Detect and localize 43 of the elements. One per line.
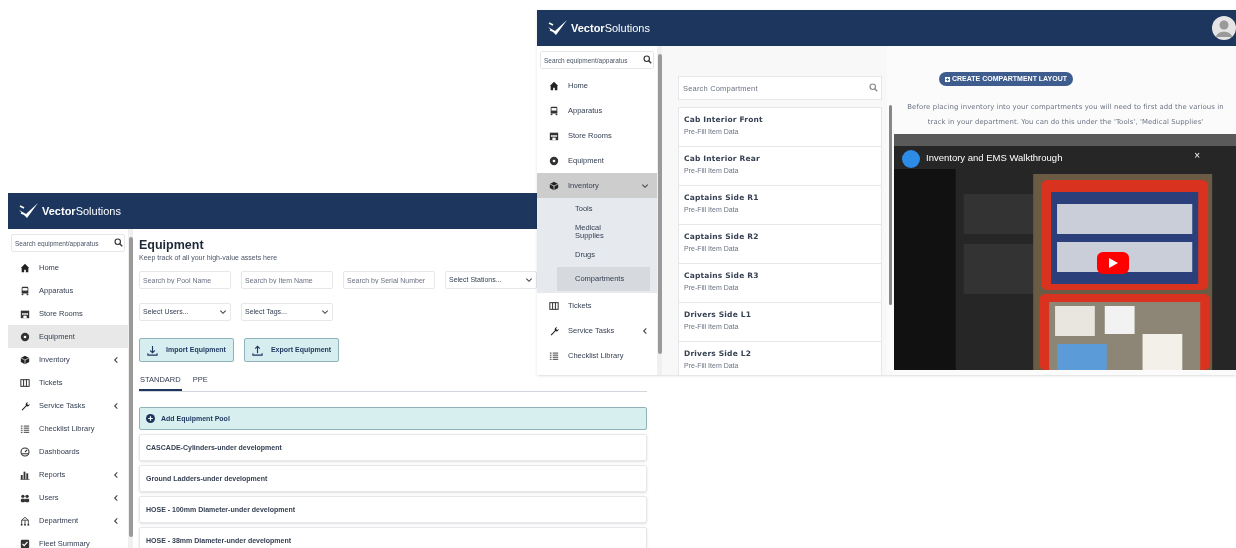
building-icon: [549, 130, 559, 141]
play-icon: [1108, 257, 1118, 268]
search-icon: [869, 83, 878, 92]
truck-icon: [549, 105, 559, 116]
list-icon: [549, 350, 559, 361]
disc-icon: [549, 155, 559, 166]
logo-icon: [547, 19, 569, 37]
cube-icon: [20, 354, 30, 365]
close-button[interactable]: ×: [1194, 150, 1200, 161]
columns-icon: [20, 377, 30, 388]
search-icon: [114, 238, 123, 247]
wrench-icon: [20, 400, 30, 411]
bar-chart-icon: [20, 469, 30, 480]
chevron-icon: [525, 276, 533, 284]
plus-square-icon: [945, 76, 950, 82]
search-icon: [643, 55, 652, 64]
logo-text: VectorSolutions: [42, 205, 121, 217]
scrollbar-thumb[interactable]: [657, 54, 662, 354]
home-icon: [20, 262, 30, 273]
plus-circle-icon: [146, 414, 155, 424]
video-title: Inventory and EMS Walkthrough: [926, 150, 1063, 165]
columns-icon: [549, 300, 559, 311]
logo-text: VectorSolutions: [571, 22, 650, 34]
logo-icon: [18, 202, 40, 220]
page-title: Equipment: [139, 239, 205, 252]
truck-icon: [20, 285, 30, 296]
chevron-icon: [321, 308, 329, 316]
building-icon: [20, 308, 30, 319]
disc-icon: [20, 331, 30, 342]
play-button[interactable]: [1097, 251, 1129, 274]
scrollbar-thumb[interactable]: [128, 237, 133, 537]
chevron-icon: [219, 308, 227, 316]
upload-icon: [251, 344, 263, 356]
avatar-icon[interactable]: [1212, 16, 1236, 40]
cube-icon: [549, 180, 559, 191]
wrench-icon: [549, 325, 559, 336]
gauge-icon: [20, 446, 30, 457]
org-chart-icon: [20, 515, 30, 526]
home-icon: [549, 80, 559, 91]
scrollbar-thumb[interactable]: [888, 105, 892, 305]
list-icon: [20, 423, 30, 434]
download-icon: [147, 344, 158, 356]
people-icon: [20, 492, 30, 503]
